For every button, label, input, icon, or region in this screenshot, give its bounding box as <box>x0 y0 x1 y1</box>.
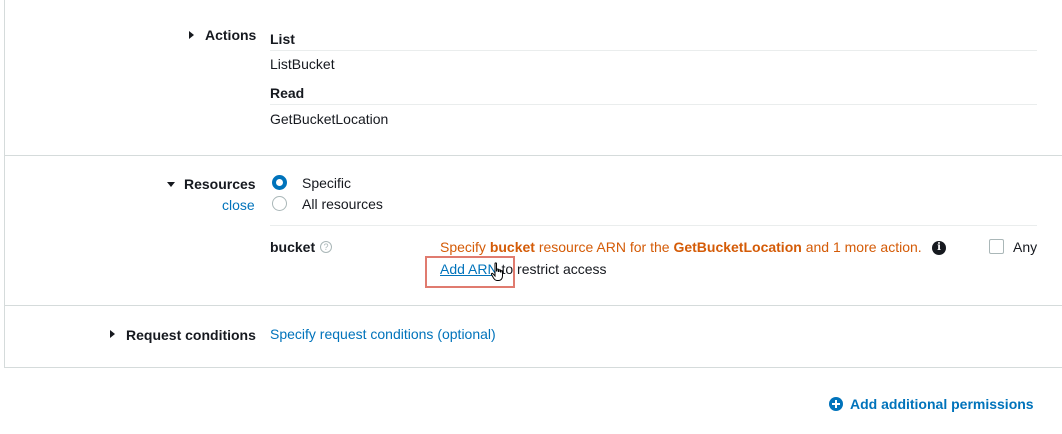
add-arn-suffix: to restrict access <box>497 261 607 277</box>
info-icon[interactable]: i <box>932 241 946 255</box>
close-link[interactable]: close <box>222 197 255 213</box>
request-conditions-link[interactable]: Specify request conditions (optional) <box>270 326 496 342</box>
permissions-panel: Actions List ListBucket Read GetBucketLo… <box>4 0 1062 368</box>
section-separator <box>5 305 1062 306</box>
hand-cursor-icon <box>490 262 503 281</box>
radio-specific-label[interactable]: Specific <box>302 175 351 191</box>
resources-label[interactable]: Resources <box>184 176 256 192</box>
expand-triangle-icon[interactable] <box>110 330 115 338</box>
any-checkbox-label[interactable]: Any <box>1013 239 1037 255</box>
add-arn-link[interactable]: Add ARN <box>440 261 498 277</box>
add-circle-icon[interactable] <box>829 397 843 411</box>
warning-suffix: and 1 more action. <box>801 239 922 255</box>
add-additional-permissions-link[interactable]: Add additional permissions <box>850 396 1034 412</box>
divider <box>270 50 1037 51</box>
radio-all-resources-label[interactable]: All resources <box>302 196 383 212</box>
add-arn-row: Add ARN to restrict access <box>440 261 607 277</box>
section-separator <box>5 155 1062 156</box>
divider <box>270 225 1037 226</box>
radio-all-resources[interactable] <box>272 196 287 211</box>
action-item-listbucket: ListBucket <box>270 56 335 72</box>
expand-triangle-icon[interactable] <box>189 31 194 39</box>
radio-specific[interactable] <box>272 175 287 190</box>
any-checkbox[interactable] <box>989 239 1004 254</box>
help-icon[interactable]: ? <box>320 241 332 253</box>
warning-prefix: Specify <box>440 239 490 255</box>
bucket-arn-warning: Specify bucket resource ARN for the GetB… <box>440 239 922 255</box>
action-group-heading-read: Read <box>270 85 305 101</box>
request-conditions-label[interactable]: Request conditions <box>126 327 256 343</box>
warning-resource: bucket <box>489 239 535 255</box>
collapse-triangle-icon[interactable] <box>167 182 175 187</box>
warning-action: GetBucketLocation <box>673 239 802 255</box>
divider <box>270 104 1037 105</box>
warning-mid: resource ARN for the <box>534 239 674 255</box>
bucket-label: bucket <box>270 239 316 255</box>
action-group-heading-list: List <box>270 31 295 47</box>
action-item-getbucketlocation: GetBucketLocation <box>270 111 389 127</box>
actions-label[interactable]: Actions <box>205 27 256 43</box>
